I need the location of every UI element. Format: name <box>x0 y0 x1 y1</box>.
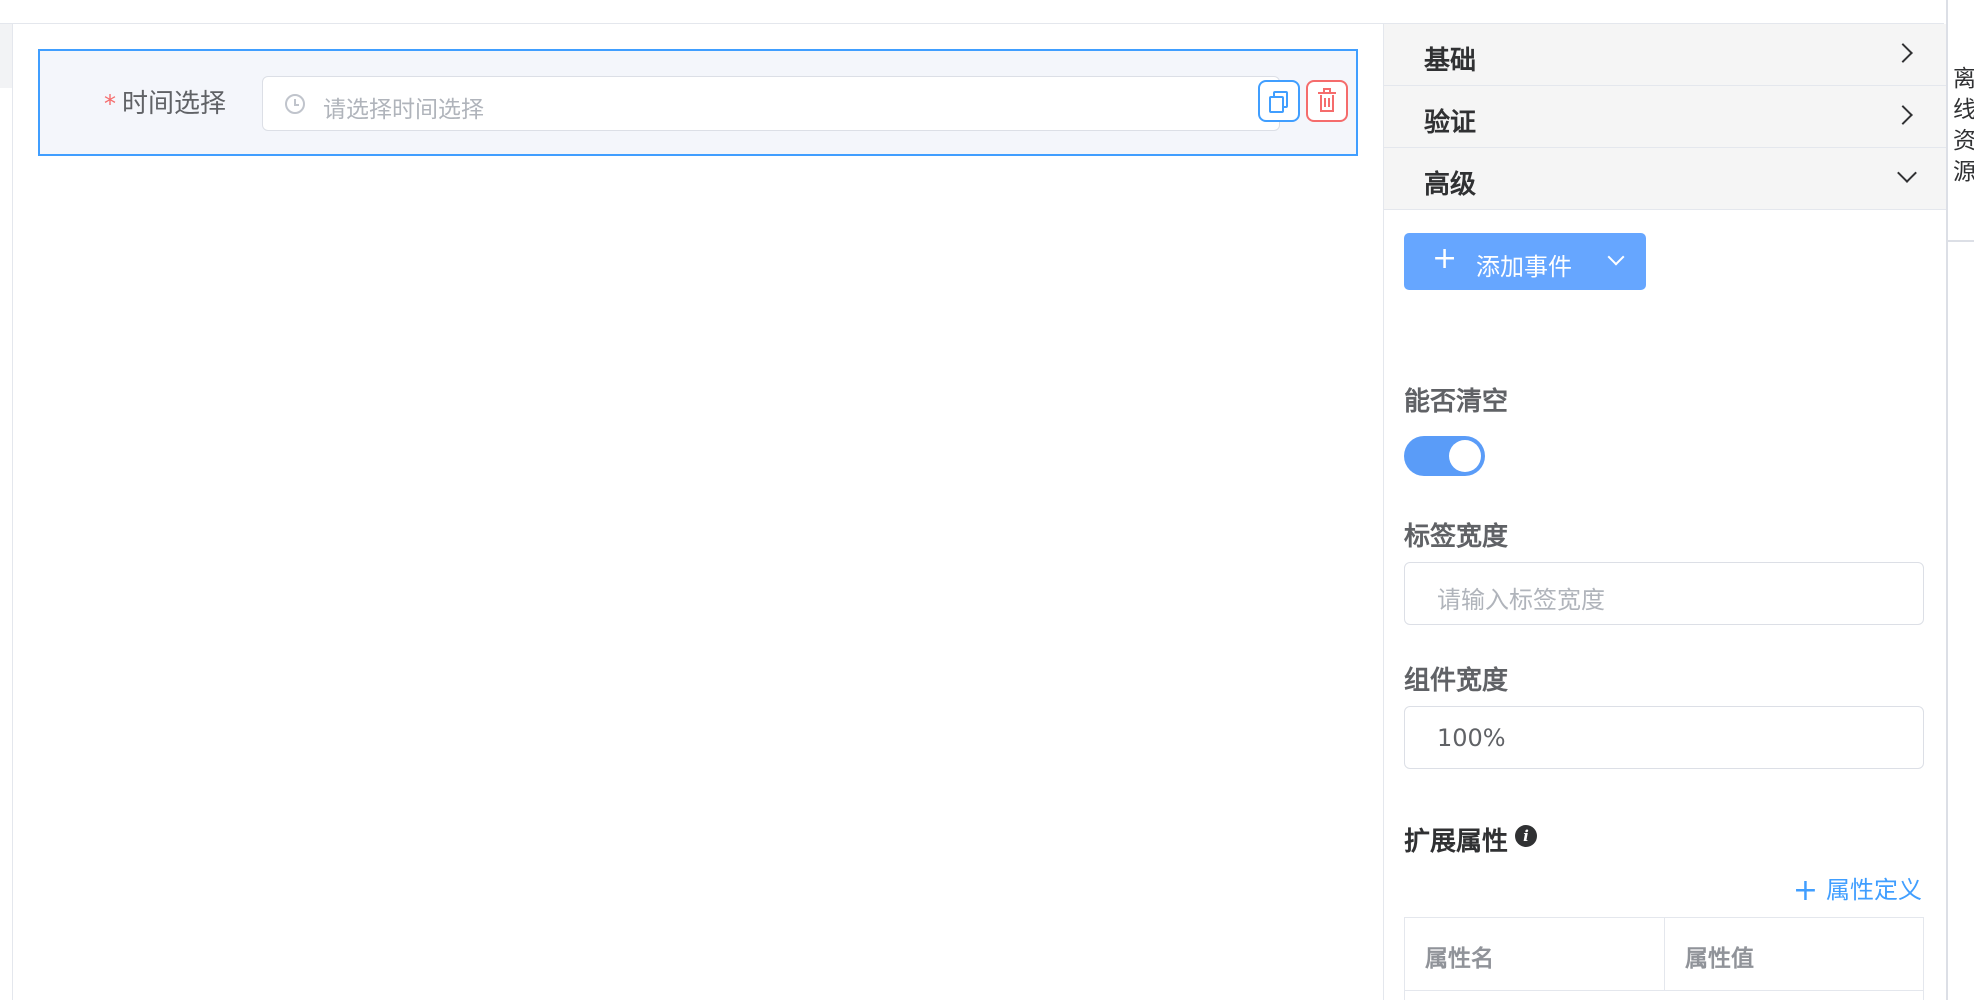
define-property-button[interactable]: + 属性定义 <box>1792 870 1922 908</box>
right-edge-strip: 离线资源 <box>1946 0 1974 1000</box>
required-mark: * <box>104 90 116 118</box>
clearable-switch[interactable] <box>1404 436 1485 476</box>
plus-icon: + <box>1432 241 1458 276</box>
component-width-label: 组件宽度 <box>1404 666 1509 696</box>
trash-icon-line <box>1324 98 1326 107</box>
label-width-label: 标签宽度 <box>1404 522 1509 552</box>
label-width-input[interactable]: 请输入标签宽度 <box>1404 562 1924 625</box>
chevron-right-icon <box>1893 105 1913 125</box>
offline-resources-tab[interactable]: 离线资源 <box>1948 46 1974 242</box>
add-event-label: 添加事件 <box>1476 253 1572 281</box>
table-header-value: 属性值 <box>1665 918 1923 991</box>
canvas-left-shade <box>0 24 12 88</box>
selected-form-item[interactable]: * 时间选择 请选择时间选择 <box>38 49 1358 156</box>
chevron-down-icon <box>1897 163 1917 183</box>
info-icon[interactable]: i <box>1515 825 1537 847</box>
section-header-basic[interactable]: 基础 <box>1384 24 1946 86</box>
section-title: 验证 <box>1424 108 1477 138</box>
plus-icon: + <box>1792 873 1818 908</box>
label-width-placeholder: 请输入标签宽度 <box>1437 586 1605 614</box>
table-header-name: 属性名 <box>1405 918 1665 991</box>
extended-props-label: 扩展属性 <box>1404 827 1509 857</box>
copy-item-button[interactable] <box>1258 80 1300 122</box>
component-width-input[interactable]: 100% <box>1404 706 1924 769</box>
switch-knob <box>1449 440 1481 472</box>
trash-icon-line <box>1328 98 1330 107</box>
delete-item-button[interactable] <box>1306 80 1348 122</box>
trash-icon-body <box>1320 95 1334 112</box>
chevron-down-icon <box>1607 248 1625 266</box>
copy-icon-front <box>1269 96 1284 113</box>
canvas-left-divider <box>12 24 13 1000</box>
clearable-label: 能否清空 <box>1404 387 1509 417</box>
section-title: 基础 <box>1424 46 1477 76</box>
trash-icon-lid <box>1318 92 1336 94</box>
section-header-validation[interactable]: 验证 <box>1384 86 1946 148</box>
component-width-value: 100% <box>1437 724 1506 752</box>
extended-props-table: 属性名 属性值 <box>1404 917 1924 1000</box>
add-event-button[interactable]: + 添加事件 <box>1404 233 1646 290</box>
form-item-label-text: 时间选择 <box>122 89 227 119</box>
time-picker-placeholder: 请选择时间选择 <box>323 97 484 123</box>
properties-panel: 基础 验证 高级 + 添加事件 能否清空 标签宽度 请输入标签宽度 组件宽度 1… <box>1384 24 1946 1000</box>
chevron-right-icon <box>1893 43 1913 63</box>
clock-icon <box>285 94 305 114</box>
top-bar <box>0 0 1944 24</box>
section-title: 高级 <box>1424 170 1477 200</box>
time-picker-input[interactable]: 请选择时间选择 <box>262 76 1280 131</box>
define-property-label: 属性定义 <box>1826 876 1922 904</box>
section-header-advanced[interactable]: 高级 <box>1384 148 1946 210</box>
design-canvas <box>0 24 1383 1000</box>
form-item-label: * 时间选择 <box>104 83 226 120</box>
offline-resources-label: 离线资源 <box>1953 66 1974 185</box>
